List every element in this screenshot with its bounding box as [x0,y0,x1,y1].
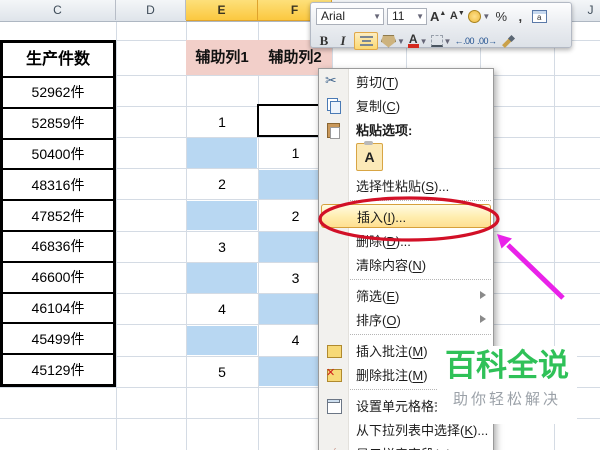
brush-icon [501,35,514,48]
menu-item-paste-options[interactable]: 粘贴选项: [319,117,493,141]
menu-item-label: 显示拼音字段(S) [356,444,451,450]
format-as-table-button[interactable]: a [531,7,547,25]
menu-item-clear-contents[interactable]: 清除内容(N) [319,252,493,276]
table-row[interactable]: 50400件 [3,137,113,169]
table-row[interactable]: 46104件 [3,291,113,323]
menu-item-cut[interactable]: 剪切(T) [319,69,493,93]
table-row[interactable]: 45499件 [3,322,113,353]
cell-e6[interactable]: 3 [187,232,257,262]
format-painter-button[interactable] [499,32,515,50]
center-align-button[interactable] [354,32,378,50]
logo-subtitle: 助你轻松解决 [452,391,561,408]
menu-item-label: 复制(C) [356,98,401,114]
production-table-header[interactable]: 生产件数 [3,43,113,78]
menu-item-show-phonetic[interactable]: 显示拼音字段(S) [319,441,493,450]
copy-icon [325,97,342,114]
aux-column-1-header[interactable]: 辅助列1 [186,40,258,75]
accounting-format-button[interactable]: ▼ [468,7,490,25]
column-header-c[interactable]: C [0,0,116,20]
excel-window: C D E F J 生产件数 52962件 52859件 50400件 48316件 4… [0,0,600,450]
menu-item-sort[interactable]: 排序(O) [319,307,493,331]
menu-item-label: 删除(D)... [356,233,411,249]
cell-e8[interactable]: 4 [187,294,257,324]
note-del-icon [325,366,342,383]
menu-separator [350,200,491,201]
chevron-down-icon[interactable]: ▼ [412,12,424,21]
increase-decimal-button[interactable]: ←.00 [454,32,474,50]
borders-icon [430,35,443,47]
center-align-icon [359,35,373,47]
fmt-icon [325,397,342,414]
font-color-button[interactable]: A ▼ [407,32,428,50]
scissors-icon [325,72,342,90]
borders-button[interactable]: ▼ [430,32,451,50]
decrease-decimal-button[interactable]: .00→ [477,32,497,50]
menu-item-label: 选择性粘贴(S)... [356,178,450,194]
fill-color-button[interactable]: ▼ [381,32,405,50]
table-row[interactable]: 47852件 [3,199,113,230]
paint-bucket-icon [381,34,396,48]
logo-title: 百科全说 [445,348,569,384]
comma-style-button[interactable]: , [512,7,528,25]
cell-e9[interactable] [187,325,257,356]
font-color-icon: A [407,32,419,48]
table-row[interactable]: 45129件 [3,353,113,384]
menu-item-label: 粘贴选项: [356,122,413,138]
cell-e7[interactable] [187,263,257,293]
paste-options-row: A [319,141,493,173]
menu-item-copy[interactable]: 复制(C) [319,93,493,117]
note-icon [325,342,342,359]
table-row[interactable]: 52859件 [3,106,113,138]
grow-font-button[interactable]: A ▲ [430,7,446,25]
menu-separator [350,334,491,335]
chevron-down-icon[interactable]: ▼ [369,12,381,21]
cell-e5[interactable] [187,200,257,231]
column-header-e[interactable]: E [186,0,258,21]
submenu-arrow-icon [480,291,486,299]
cell-e2[interactable]: 1 [187,107,257,137]
menu-item-paste-special[interactable]: 选择性粘贴(S)... [319,173,493,197]
menu-item-label: 插入(I)... [357,209,407,225]
percent-style-button[interactable]: % [493,7,509,25]
menu-item-label: 剪切(T) [356,74,399,90]
menu-item-label: 删除批注(M) [356,367,428,383]
coins-icon [468,9,482,23]
cell-e4[interactable]: 2 [187,170,257,200]
shrink-font-button[interactable]: A ▼ [449,7,465,25]
menu-item-filter[interactable]: 筛选(E) [319,283,493,307]
arrow-head [497,234,512,249]
menu-item-label: 排序(O) [356,312,401,328]
menu-item-label: 清除内容(N) [356,257,427,273]
production-table: 生产件数 52962件 52859件 50400件 48316件 47852件 46836… [0,40,116,387]
table-row[interactable]: 48316件 [3,168,113,199]
font-size-combo[interactable]: 11 ▼ [387,7,427,25]
table-row[interactable]: 46600件 [3,260,113,292]
font-size-value: 11 [392,9,405,23]
menu-item-paste-option-keep-text[interactable]: A [356,141,383,171]
cell-e3[interactable] [187,138,257,168]
gridline [116,21,117,450]
paste-icon [325,121,342,139]
italic-button[interactable]: I [335,32,351,50]
font-name-combo[interactable]: Arial ▼ [316,7,384,25]
table-row[interactable]: 52962件 [3,78,113,107]
watermark-logo: 百科全说 助你轻松解决 [437,346,577,424]
table-icon: a [531,9,547,23]
menu-item-delete[interactable]: 删除(D)... [319,228,493,252]
submenu-arrow-icon [480,315,486,323]
menu-item-label: 筛选(E) [356,288,400,304]
bold-button[interactable]: B [316,32,332,50]
font-name-value: Arial [321,9,346,23]
mini-toolbar: Arial ▼ 11 ▼ A ▲ A ▼ ▼ % , a B I ▼ A ▼ ▼… [310,2,572,50]
cell-e10[interactable]: 5 [187,357,257,387]
menu-item-insert[interactable]: 插入(I)... [321,204,491,228]
column-header-d[interactable]: D [116,0,186,20]
wen-icon [325,445,342,450]
table-row[interactable]: 46836件 [3,229,113,261]
menu-item-label: 插入批注(M) [356,343,428,359]
menu-separator [350,279,491,280]
